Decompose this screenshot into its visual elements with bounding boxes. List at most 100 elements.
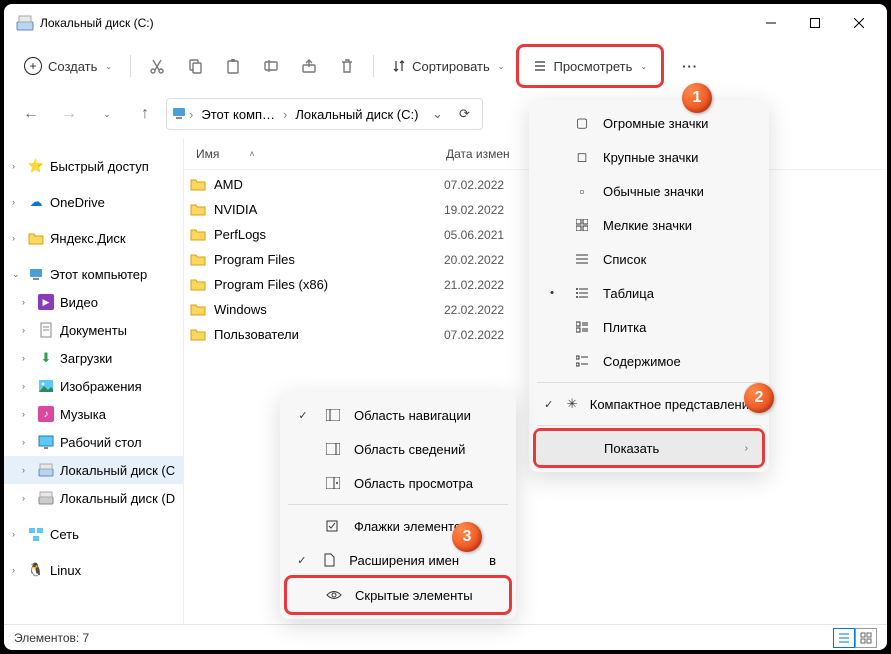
folder-icon [28,230,44,246]
folder-icon [190,177,208,193]
menu-large-icons[interactable]: ◻Крупные значки [535,140,763,174]
preview-pane-icon [324,477,342,489]
menu-huge-icons[interactable]: ▢Огромные значки [535,106,763,140]
medium-icons-icon: ▫ [573,184,591,199]
drive-icon [16,14,34,32]
column-name[interactable]: Имя˄ [190,147,440,161]
image-icon [38,378,54,394]
details-icon [573,287,591,299]
sidebar-music[interactable]: ›♪Музыка [4,400,183,428]
annotation-badge-1: 1 [682,83,712,113]
document-icon [38,322,54,338]
huge-icons-icon: ▢ [573,115,591,131]
sidebar-onedrive[interactable]: ›☁OneDrive [4,188,183,216]
icons-view-icon[interactable] [855,628,877,648]
sidebar-this-pc[interactable]: ⌄Этот компьютер [4,260,183,288]
linux-icon: 🐧 [28,562,44,578]
sidebar-d-drive[interactable]: ›Локальный диск (D [4,484,183,512]
show-submenu: ✓Область навигации Область сведений Обла… [280,392,516,619]
menu-nav-pane[interactable]: ✓Область навигации [286,398,510,432]
folder-icon [190,227,208,243]
sidebar-yandex[interactable]: ›Яндекс.Диск [4,224,183,252]
create-label: Создать [48,59,97,74]
chevron-right-icon: › [745,443,748,454]
folder-icon [190,302,208,318]
compact-icon: ✳ [566,396,577,412]
share-button[interactable] [291,49,327,83]
menu-content[interactable]: Содержимое [535,344,763,378]
annotation-badge-2: 2 [744,383,774,413]
network-icon [28,526,44,542]
sort-icon [392,59,406,73]
view-label: Просмотреть [553,59,632,74]
file-icon [322,553,338,567]
menu-compact[interactable]: ✓✳Компактное представлени [535,387,763,421]
video-icon: ▶ [38,294,54,310]
folder-icon [190,252,208,268]
list-icon [533,59,547,73]
sort-asc-icon: ˄ [249,149,254,159]
drive-icon [38,462,54,478]
recent-button[interactable]: ⌄ [90,97,124,131]
small-icons-icon [573,219,591,231]
large-icons-icon: ◻ [573,149,591,165]
sidebar-downloads[interactable]: ›⬇Загрузки [4,344,183,372]
sidebar-video[interactable]: ›▶Видео [4,288,183,316]
pc-icon [171,105,187,124]
sidebar-images[interactable]: ›Изображения [4,372,183,400]
menu-preview-pane[interactable]: Область просмотра [286,466,510,500]
menu-show[interactable]: Показать› [536,431,762,465]
back-button[interactable]: ← [14,97,48,131]
sort-button[interactable]: Сортировать ⌄ [382,49,514,83]
pc-icon [28,266,44,282]
minimize-button[interactable] [749,8,793,38]
refresh-button[interactable]: ⟳ [450,106,478,122]
view-button[interactable]: Просмотреть ⌄ [523,49,657,83]
download-icon: ⬇ [38,350,54,366]
sidebar-desktop[interactable]: ›Рабочий стол [4,428,183,456]
folder-icon [190,277,208,293]
tiles-icon [573,321,591,333]
status-count: Элементов: 7 [14,631,89,645]
menu-list[interactable]: Список [535,242,763,276]
maximize-button[interactable] [793,8,837,38]
breadcrumb[interactable]: Локальный диск (C:) [289,103,424,126]
forward-button: → [52,97,86,131]
plus-icon: + [24,57,42,75]
desktop-icon [38,434,54,450]
sidebar-c-drive[interactable]: ›Локальный диск (C [4,456,183,484]
more-button[interactable]: ··· [672,49,708,83]
address-bar[interactable]: › Этот комп… › Локальный диск (C:) ⌄ ⟳ [166,98,483,130]
chevron-down-icon: ⌄ [640,62,647,71]
menu-hidden-items[interactable]: Скрытые элементы [287,578,509,612]
breadcrumb-sep: › [189,107,193,122]
details-view-icon[interactable] [833,628,855,648]
menu-details-pane[interactable]: Область сведений [286,432,510,466]
close-button[interactable] [837,8,881,38]
star-icon: ⭐ [28,158,44,174]
window-title: Локальный диск (C:) [40,16,749,30]
menu-medium-icons[interactable]: ▫Обычные значки [535,174,763,208]
cut-button[interactable] [139,49,175,83]
checkbox-icon [324,520,342,532]
chevron-down-icon: ⌄ [498,62,505,71]
details-pane-icon [324,443,342,455]
nav-pane-icon [324,409,342,421]
breadcrumb[interactable]: Этот комп… [195,103,281,126]
copy-button[interactable] [177,49,213,83]
sidebar-network[interactable]: ›Сеть [4,520,183,548]
content-icon [573,355,591,367]
sidebar-quick-access[interactable]: ›⭐Быстрый доступ [4,152,183,180]
menu-tiles[interactable]: Плитка [535,310,763,344]
rename-button[interactable] [253,49,289,83]
sidebar-documents[interactable]: ›Документы [4,316,183,344]
delete-button[interactable] [329,49,365,83]
create-button[interactable]: + Создать ⌄ [14,49,122,83]
sidebar-linux[interactable]: ›🐧Linux [4,556,183,584]
address-dropdown[interactable]: ⌄ [426,106,448,122]
annotation-badge-3: 3 [452,522,482,552]
paste-button[interactable] [215,49,251,83]
up-button[interactable]: ↑ [128,97,162,131]
menu-details[interactable]: •Таблица [535,276,763,310]
menu-small-icons[interactable]: Мелкие значки [535,208,763,242]
